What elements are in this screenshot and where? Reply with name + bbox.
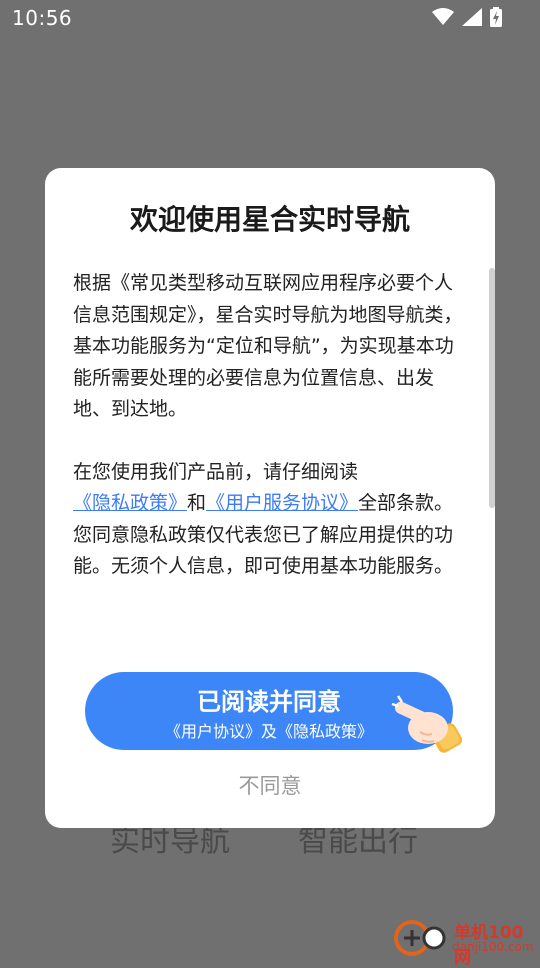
watermark: 单机100网 danji100.com — [390, 916, 540, 968]
signal-icon — [462, 8, 482, 26]
status-time: 10:56 — [12, 6, 73, 30]
paragraph-1: 根据《常见类型移动互联网应用程序必要个人信息范围规定》，星合实时导航为地图导航类… — [73, 272, 463, 420]
user-agreement-link[interactable]: 《用户服务协议》 — [206, 492, 358, 514]
paragraph-2: 在您使用我们产品前，请仔细阅读《隐私政策》和《用户服务协议》全部条款。您同意隐私… — [73, 457, 465, 583]
status-icons — [432, 7, 502, 27]
pointing-hand-icon — [391, 695, 463, 753]
privacy-dialog: 欢迎使用星合实时导航 根据《常见类型移动互联网应用程序必要个人信息范围规定》，星… — [45, 168, 495, 828]
paragraph-2-intro: 在您使用我们产品前，请仔细阅读 — [73, 460, 359, 483]
watermark-url: danji100.com — [452, 940, 534, 954]
watermark-logo-icon — [394, 920, 446, 956]
and-text: 和 — [187, 492, 207, 514]
battery-charging-icon — [490, 7, 502, 27]
status-bar: 10:56 — [0, 0, 540, 36]
dialog-scrollbar[interactable] — [489, 268, 495, 508]
disagree-button[interactable]: 不同意 — [45, 770, 495, 800]
dialog-body: 根据《常见类型移动互联网应用程序必要个人信息范围规定》，星合实时导航为地图导航类… — [73, 268, 465, 614]
dialog-title: 欢迎使用星合实时导航 — [129, 203, 410, 236]
privacy-policy-link[interactable]: 《隐私政策》 — [73, 492, 187, 514]
wifi-icon — [432, 8, 454, 25]
